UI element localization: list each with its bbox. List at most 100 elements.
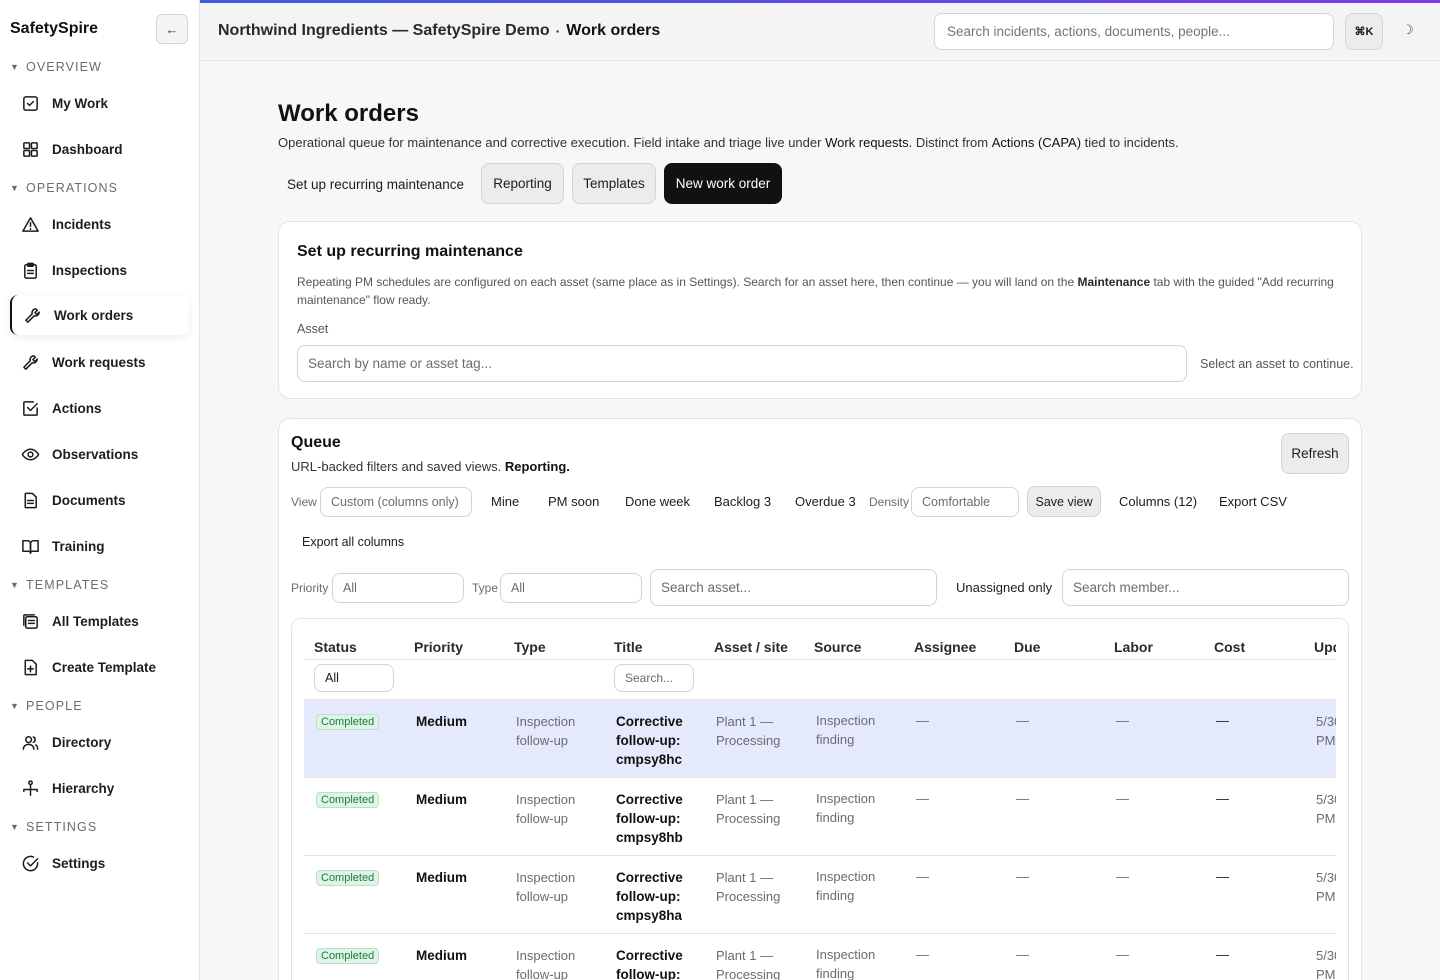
new-work-order-button[interactable]: New work order: [664, 163, 782, 204]
chip-done-week[interactable]: Done week: [625, 494, 690, 509]
col-source[interactable]: Source: [814, 639, 861, 655]
chip-pm-soon[interactable]: PM soon: [548, 494, 599, 509]
priority-select[interactable]: All: [332, 573, 464, 603]
export-csv-button[interactable]: Export CSV: [1219, 494, 1287, 509]
table-row[interactable]: Completed Medium Inspection follow-up Correc…: [304, 856, 1336, 934]
labor-cell: —: [1116, 947, 1129, 962]
view-select[interactable]: Custom (columns only): [320, 487, 472, 517]
sidebar-item-work-orders[interactable]: Work orders: [10, 295, 189, 335]
topbar: Northwind Ingredients — SafetySpire Demo…: [200, 0, 1440, 61]
col-priority[interactable]: Priority: [414, 639, 463, 655]
eye-icon: [20, 444, 40, 464]
work-orders-table: Status Priority Type Title Asset / site …: [291, 618, 1349, 980]
col-status[interactable]: Status: [314, 639, 357, 655]
section-people[interactable]: ▼ PEOPLE: [10, 699, 83, 713]
col-title[interactable]: Title: [614, 639, 643, 655]
member-filter-input[interactable]: Search member...: [1062, 569, 1349, 606]
type-cell: Inspection follow-up: [516, 714, 576, 748]
cost-cell: —: [1216, 791, 1229, 806]
source-cell: Inspection finding: [816, 791, 876, 825]
density-select[interactable]: Comfortable: [911, 487, 1019, 517]
collapse-sidebar-button[interactable]: ←: [156, 14, 188, 44]
work-requests-link[interactable]: Work requests.: [825, 135, 912, 150]
page-title: Work orders: [278, 100, 419, 127]
sidebar-item-create-template[interactable]: Create Template: [10, 647, 189, 687]
sidebar-item-settings[interactable]: Settings: [10, 843, 189, 883]
wrench-icon: [22, 305, 42, 325]
sidebar-item-documents[interactable]: Documents: [10, 480, 189, 520]
labor-cell: —: [1116, 791, 1129, 806]
table-row[interactable]: Completed Medium Inspection follow-up Correc…: [304, 778, 1336, 856]
section-settings[interactable]: ▼ SETTINGS: [10, 820, 97, 834]
status-badge: Completed: [316, 948, 380, 964]
sidebar-item-actions[interactable]: Actions: [10, 388, 189, 428]
table-row[interactable]: Completed Medium Inspection follow-up Correc…: [304, 934, 1336, 980]
priority-cell: Medium: [416, 948, 468, 963]
section-operations[interactable]: ▼ OPERATIONS: [10, 181, 118, 195]
breadcrumb-current: Work orders: [566, 22, 661, 39]
type-cell: Inspection follow-up: [516, 792, 576, 826]
columns-button[interactable]: Columns (12): [1119, 494, 1197, 509]
sidebar-item-training[interactable]: Training: [10, 526, 189, 566]
sidebar-item-directory[interactable]: Directory: [10, 722, 189, 762]
sidebar-item-incidents[interactable]: Incidents: [10, 204, 189, 244]
priority-cell: Medium: [416, 870, 468, 885]
col-asset-site[interactable]: Asset / site: [714, 639, 788, 655]
title-cell[interactable]: Corrective follow-up:: [616, 946, 683, 980]
sidebar-item-work-requests[interactable]: Work requests: [10, 342, 189, 382]
asset-search-input[interactable]: Search by name or asset tag...: [297, 345, 1187, 382]
section-overview[interactable]: ▼ OVERVIEW: [10, 60, 102, 74]
view-label: View: [291, 495, 317, 509]
sidebar-item-inspections[interactable]: Inspections: [10, 250, 189, 290]
reporting-button[interactable]: Reporting: [481, 163, 564, 204]
due-cell: —: [1016, 869, 1029, 884]
chip-backlog[interactable]: Backlog 3: [714, 494, 771, 509]
chip-mine[interactable]: Mine: [491, 494, 519, 509]
unassigned-only-toggle[interactable]: Unassigned only: [956, 580, 1052, 595]
sidebar-item-observations[interactable]: Observations: [10, 434, 189, 474]
reporting-link[interactable]: Reporting.: [505, 459, 570, 474]
sidebar-item-all-templates[interactable]: All Templates: [10, 601, 189, 641]
refresh-button[interactable]: Refresh: [1281, 433, 1349, 474]
clipboard-icon: [20, 260, 40, 280]
chevron-down-icon: ▼: [10, 701, 21, 711]
sidebar-item-hierarchy[interactable]: Hierarchy: [10, 768, 189, 808]
asset-cell: Plant 1 — Processing: [716, 714, 781, 748]
col-assignee[interactable]: Assignee: [914, 639, 976, 655]
actions-capa-link[interactable]: Actions (CAPA): [992, 135, 1081, 150]
title-cell[interactable]: Corrective follow-up: cmpsy8ha: [616, 868, 683, 925]
chevron-down-icon: ▼: [10, 62, 21, 72]
col-labor[interactable]: Labor: [1114, 639, 1153, 655]
title-cell[interactable]: Corrective follow-up: cmpsy8hc: [616, 712, 683, 769]
density-label: Density: [869, 495, 910, 509]
recurring-description: Repeating PM schedules are configured on…: [297, 275, 1334, 307]
command-palette-button[interactable]: ⌘K: [1345, 13, 1383, 50]
export-all-columns-button[interactable]: Export all columns: [302, 535, 404, 549]
cost-cell: —: [1216, 947, 1229, 962]
moon-icon[interactable]: ☽: [1402, 22, 1414, 38]
updated-cell: 5/30PM: [1316, 870, 1336, 904]
asset-filter-input[interactable]: Search asset...: [650, 569, 937, 606]
breadcrumb-org[interactable]: Northwind Ingredients — SafetySpire Demo: [218, 22, 550, 40]
chip-overdue[interactable]: Overdue 3: [795, 494, 856, 509]
col-updated[interactable]: Upd: [1314, 639, 1336, 655]
sidebar-item-my-work[interactable]: My Work: [10, 83, 189, 123]
arrow-left-icon: ←: [165, 21, 179, 37]
col-due[interactable]: Due: [1014, 639, 1040, 655]
title-cell[interactable]: Corrective follow-up: cmpsy8hb: [616, 790, 683, 847]
status-filter-select[interactable]: All: [314, 664, 394, 692]
page-description: Operational queue for maintenance and co…: [278, 135, 1179, 150]
col-cost[interactable]: Cost: [1214, 639, 1245, 655]
setup-recurring-button[interactable]: Set up recurring maintenance: [278, 164, 473, 205]
table-row[interactable]: Completed Medium Inspection follow-up Correc…: [304, 700, 1336, 778]
title-filter-input[interactable]: Search...: [614, 664, 694, 692]
sidebar-item-dashboard[interactable]: Dashboard: [10, 129, 189, 169]
due-cell: —: [1016, 713, 1029, 728]
global-search-input[interactable]: [934, 13, 1334, 50]
type-select[interactable]: All: [500, 573, 642, 603]
templates-button[interactable]: Templates: [572, 163, 656, 204]
col-type[interactable]: Type: [514, 639, 546, 655]
save-view-button[interactable]: Save view: [1027, 486, 1101, 517]
section-templates[interactable]: ▼ TEMPLATES: [10, 578, 109, 592]
check-circle-icon: [20, 853, 40, 873]
